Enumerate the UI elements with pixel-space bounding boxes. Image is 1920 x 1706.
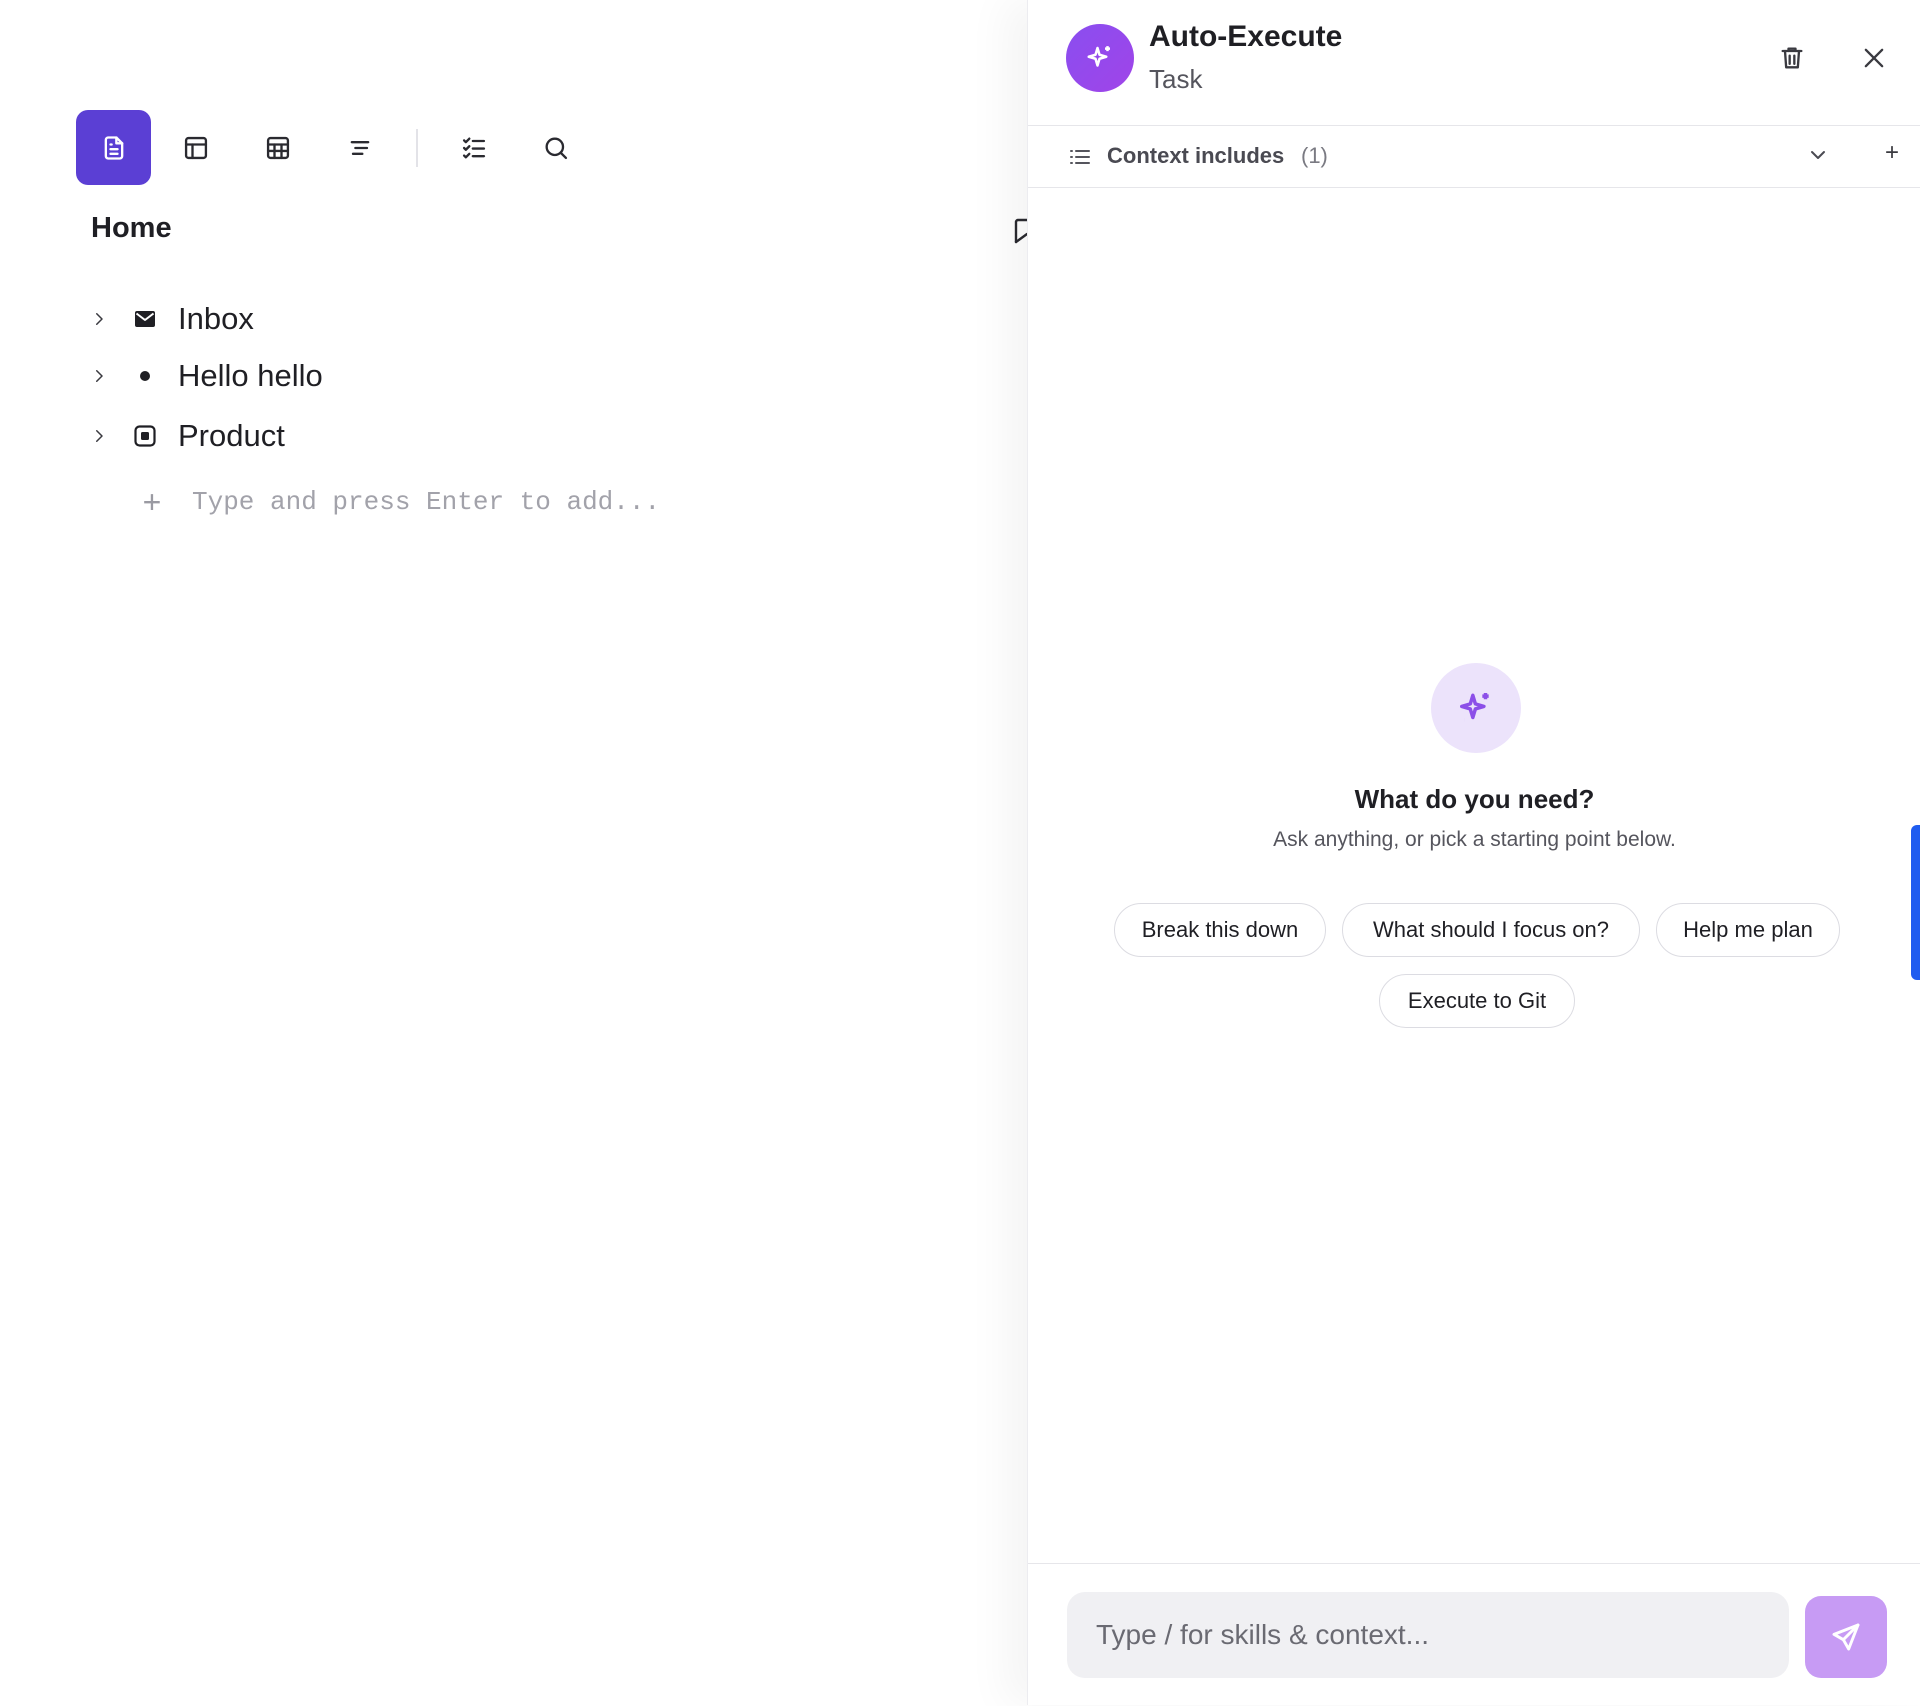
view-toolbar [76, 110, 600, 185]
add-context-button[interactable]: + [1885, 139, 1899, 167]
close-button[interactable] [1856, 40, 1892, 76]
square-dot-icon [132, 423, 158, 449]
context-label: Context includes [1107, 143, 1285, 168]
panel-subtitle: Task [1149, 64, 1203, 94]
panel-header: Auto-Execute Task [1028, 0, 1920, 126]
suggestion-execute-git[interactable]: Execute to Git [1379, 974, 1575, 1028]
outline-icon [350, 140, 369, 155]
close-icon [1864, 48, 1884, 68]
panel-title: Auto-Execute [1149, 20, 1343, 53]
plus-icon: + [142, 483, 162, 520]
add-item-input[interactable] [192, 487, 752, 517]
message-input[interactable] [1067, 1592, 1789, 1678]
checklist-view-button[interactable] [436, 110, 511, 185]
layout-view-button[interactable] [158, 110, 233, 185]
tree-item-label: Product [178, 418, 285, 453]
layout-icon [184, 136, 207, 159]
sparkle-icon [1460, 692, 1489, 722]
chevron-right-icon[interactable] [88, 425, 110, 447]
tree-item-product[interactable]: Product [88, 412, 285, 460]
empty-state-title: What do you need? [1354, 784, 1595, 814]
document-view-button[interactable] [76, 110, 151, 185]
list-icon [1068, 145, 1092, 169]
assistant-avatar [1066, 24, 1134, 92]
tree-item-inbox[interactable]: Inbox [88, 295, 254, 343]
checklist-icon [462, 137, 485, 158]
bullet-icon [132, 363, 158, 389]
empty-state-badge [1431, 663, 1521, 753]
page-title: Home [91, 212, 172, 244]
context-bar[interactable]: Context includes (1) + [1028, 126, 1920, 188]
chevron-right-icon[interactable] [88, 308, 110, 330]
toolbar-divider [416, 128, 418, 167]
send-icon [1832, 1623, 1860, 1651]
chevron-right-icon[interactable] [88, 365, 110, 387]
feedback-tab[interactable] [1911, 825, 1920, 980]
table-icon [266, 136, 289, 159]
context-expand-button[interactable] [1806, 143, 1834, 171]
outline-view-button[interactable] [322, 110, 397, 185]
delete-button[interactable] [1774, 40, 1810, 76]
chevron-down-icon [1811, 151, 1825, 159]
ai-assistant-panel: Auto-Execute Task Context includes (1) + [1027, 0, 1920, 1705]
sparkle-icon [1087, 46, 1110, 67]
document-icon [104, 135, 123, 160]
suggestion-plan[interactable]: Help me plan [1656, 903, 1840, 957]
tree-item-label: Hello hello [178, 358, 323, 393]
context-count: (1) [1301, 143, 1328, 168]
table-view-button[interactable] [240, 110, 315, 185]
suggestion-break-down[interactable]: Break this down [1114, 903, 1326, 957]
mail-icon [132, 306, 158, 332]
add-item-row: + [138, 482, 752, 522]
search-icon [545, 137, 567, 159]
tree-item-label: Inbox [178, 301, 254, 336]
send-button[interactable] [1805, 1596, 1887, 1678]
composer [1028, 1563, 1920, 1706]
open-panel-icon[interactable] [1014, 218, 1028, 248]
search-button[interactable] [518, 110, 593, 185]
tree-item-hello-hello[interactable]: Hello hello [88, 352, 323, 400]
empty-state-subtitle: Ask anything, or pick a starting point b… [1273, 828, 1676, 851]
trash-icon [1781, 47, 1803, 69]
suggestion-focus[interactable]: What should I focus on? [1342, 903, 1640, 957]
